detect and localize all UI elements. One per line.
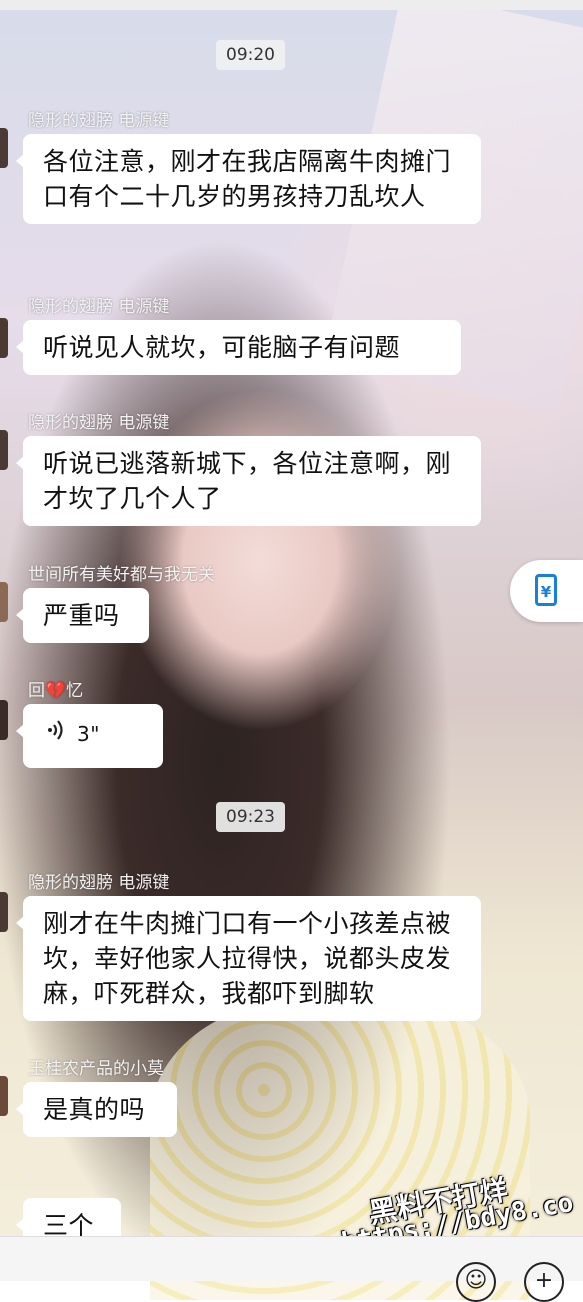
message-bubble[interactable]: 是真的吗 bbox=[16, 1082, 177, 1137]
emoji-icon[interactable]: ☺ bbox=[456, 1262, 496, 1302]
voice-wave-icon bbox=[47, 717, 69, 752]
avatar[interactable] bbox=[0, 700, 8, 740]
message-bubble[interactable]: 严重吗 bbox=[16, 588, 149, 643]
message-bubble[interactable]: 刚才在牛肉摊门口有一个小孩差点被坎，幸好他家人拉得快，说都头皮发麻，吓死群众，我… bbox=[16, 896, 481, 1021]
avatar[interactable] bbox=[0, 1076, 8, 1116]
unread-count: 8 bbox=[26, 1172, 33, 1183]
sender-name: 隐形的翅膀 电源键 bbox=[28, 111, 170, 131]
timestamp: 09:23 bbox=[216, 802, 285, 832]
sender-name: 玉桂农产品的小莫 bbox=[28, 1059, 164, 1079]
voice-message-bubble[interactable]: 3" bbox=[16, 704, 163, 768]
sender-name: 隐形的翅膀 电源键 bbox=[28, 873, 170, 893]
chat-input-bar bbox=[0, 1236, 583, 1281]
avatar[interactable] bbox=[0, 582, 8, 622]
message-bubble[interactable]: 听说见人就坎，可能脑子有问题 bbox=[16, 320, 461, 375]
avatar[interactable] bbox=[0, 318, 8, 358]
sender-name: 世间所有美好都与我无关 bbox=[28, 565, 215, 585]
sender-name: 隐形的翅膀 电源键 bbox=[28, 297, 170, 317]
message-bubble[interactable]: 各位注意，刚才在我店隔离牛肉摊门口有个二十几岁的男孩持刀乱坎人 bbox=[16, 134, 481, 224]
yuan-pay-icon: ¥ bbox=[535, 574, 557, 606]
side-pay-button[interactable]: ¥ bbox=[510, 560, 583, 622]
timestamp: 09:20 bbox=[216, 40, 285, 70]
sender-name: 回💔忆 bbox=[28, 681, 84, 701]
voice-duration: 3" bbox=[77, 722, 100, 746]
message-bubble[interactable]: 听说已逃落新城下，各位注意啊，刚才坎了几个人了 bbox=[16, 436, 481, 526]
avatar[interactable] bbox=[0, 430, 8, 470]
avatar[interactable] bbox=[0, 892, 8, 932]
status-bar-strip bbox=[0, 0, 583, 10]
plus-icon[interactable]: + bbox=[524, 1262, 564, 1302]
sender-name: 隐形的翅膀 电源键 bbox=[28, 413, 170, 433]
avatar[interactable] bbox=[0, 128, 8, 168]
